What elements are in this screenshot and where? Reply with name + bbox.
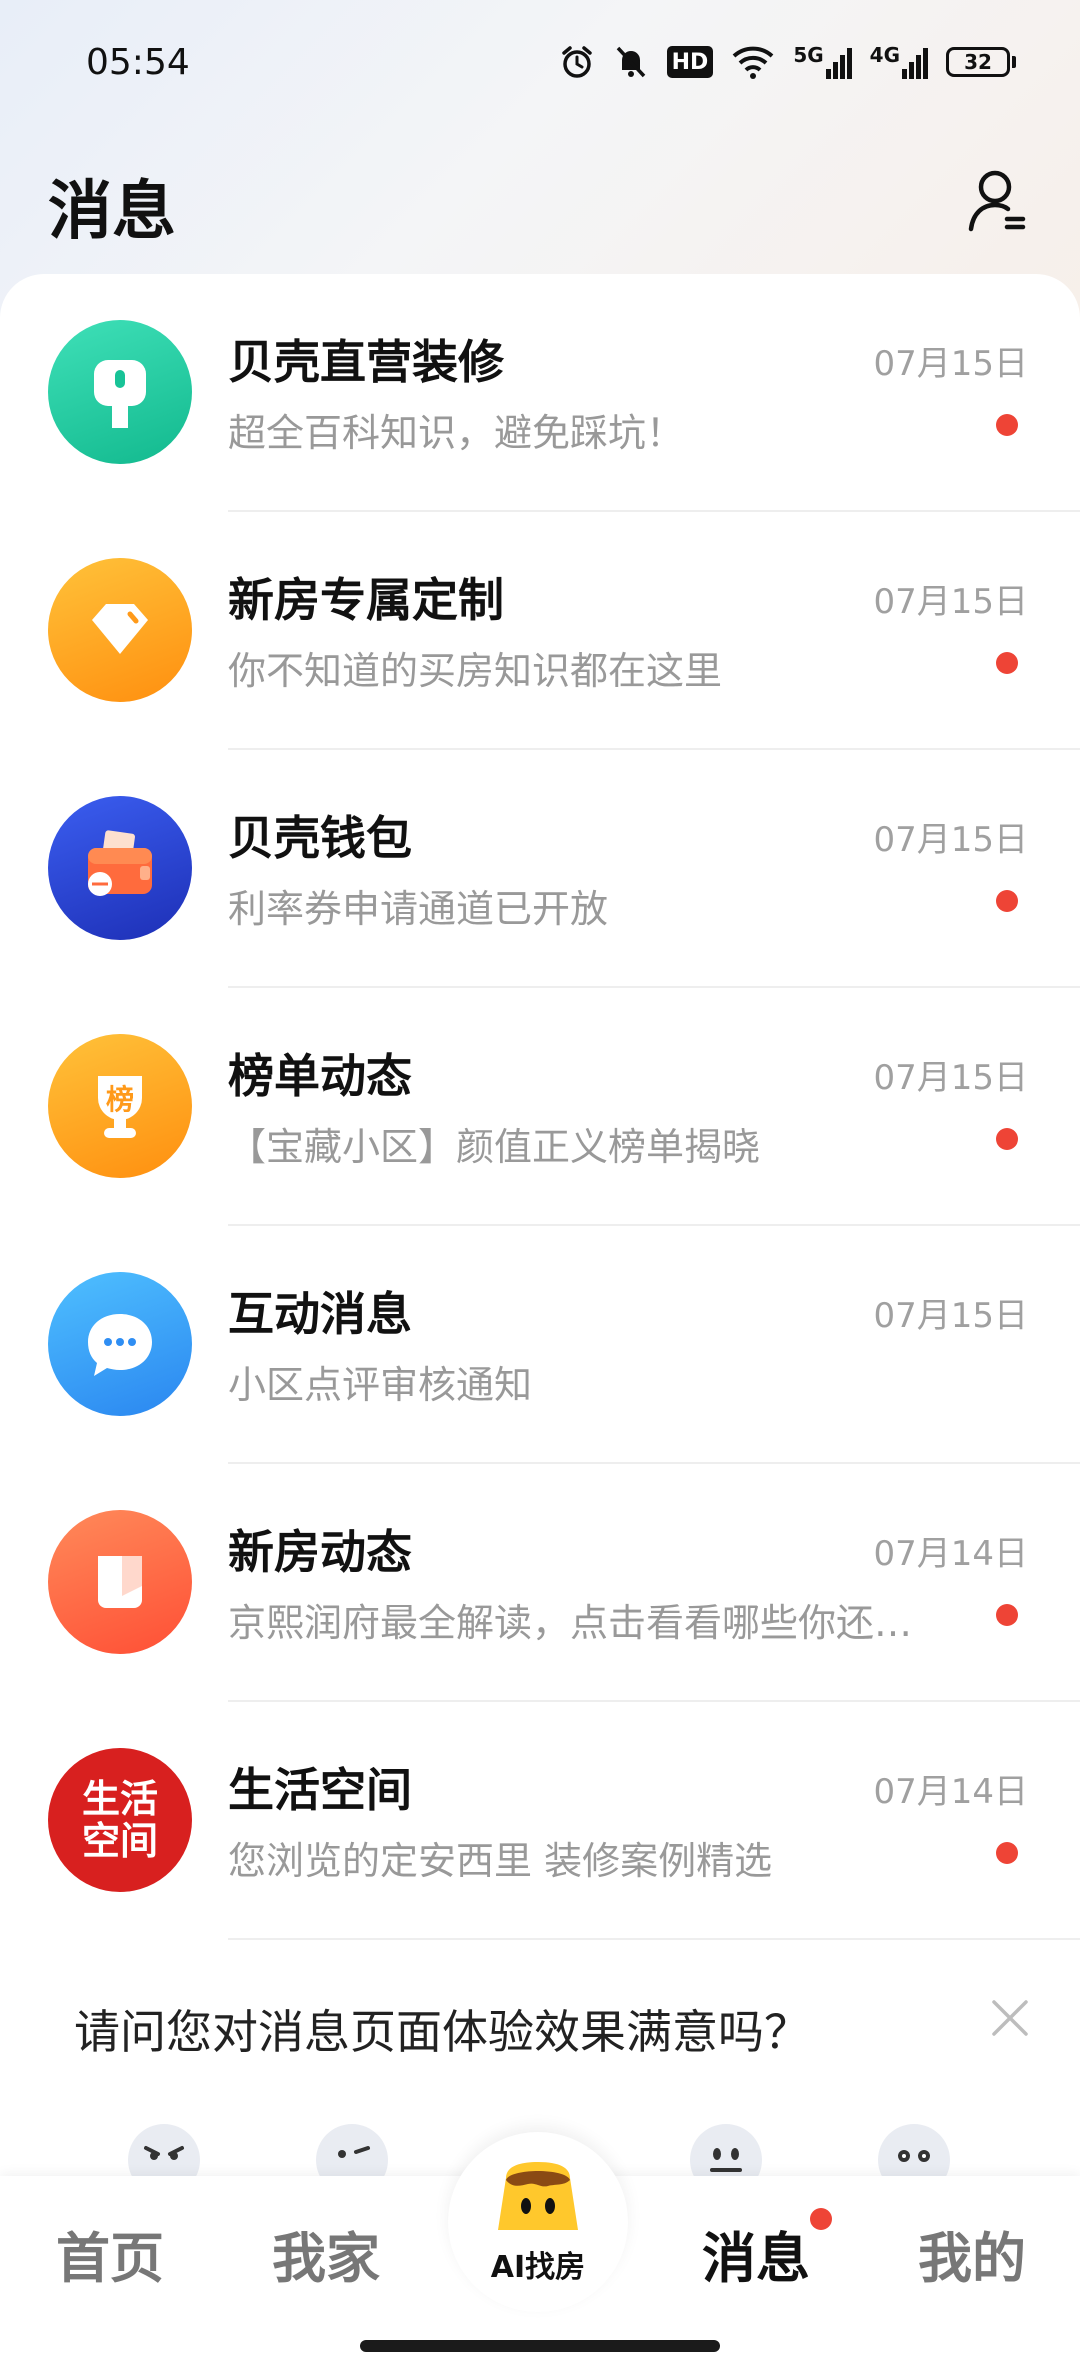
message-title: 新房专属定制	[228, 573, 504, 627]
tab-my-home[interactable]: 我家	[272, 2214, 380, 2293]
mute-bell-icon	[613, 44, 649, 80]
message-date: 07月15日	[873, 1296, 1028, 1336]
message-date: 07月14日	[873, 1534, 1028, 1574]
message-list: 贝壳直营装修 07月15日 超全百科知识，避免踩坑！ 新房专属定制 07月15日…	[0, 274, 1080, 1974]
unread-dot	[996, 1128, 1018, 1150]
message-title: 生活空间	[228, 1763, 412, 1817]
messages-tab-badge	[810, 2208, 832, 2230]
feedback-close-button[interactable]	[980, 1988, 1040, 2048]
message-preview: 你不知道的买房知识都在这里	[228, 649, 723, 693]
message-item-new-house-custom[interactable]: 新房专属定制 07月15日 你不知道的买房知识都在这里	[0, 512, 1080, 750]
building-icon	[48, 1510, 192, 1654]
feedback-question: 请问您对消息页面体验效果满意吗？	[74, 2005, 810, 2059]
signal-5g-icon: 5G	[793, 43, 852, 79]
battery-level: 32	[964, 50, 992, 74]
tab-ai-house-search[interactable]: AI找房	[448, 2132, 628, 2332]
divider	[228, 1938, 1080, 1940]
tab-messages[interactable]: 消息	[702, 2214, 810, 2293]
unread-dot	[996, 652, 1018, 674]
renovation-brush-icon	[48, 320, 192, 464]
message-date: 07月15日	[873, 582, 1028, 622]
chat-bubble-icon	[48, 1272, 192, 1416]
message-date: 07月15日	[873, 1058, 1028, 1098]
life-space-logo-icon: 生活空间	[48, 1748, 192, 1892]
home-indicator	[360, 2340, 720, 2352]
unread-dot	[996, 890, 1018, 912]
message-preview: 超全百科知识，避免踩坑！	[228, 411, 685, 455]
page-header: 消息	[0, 150, 1080, 260]
signal-4g-label: 4G	[869, 43, 900, 67]
person-icon	[968, 170, 1026, 232]
message-item-rankings[interactable]: 榜 榜单动态 07月15日 【宝藏小区】颜值正义榜单揭晓	[0, 988, 1080, 1226]
signal-4g-icon: 4G	[870, 45, 928, 79]
message-date: 07月15日	[873, 820, 1028, 860]
message-item-life-space[interactable]: 生活空间 生活空间 07月14日 您浏览的定安西里 装修案例精选	[0, 1702, 1080, 1940]
hd-label: HD	[671, 49, 709, 75]
message-title: 互动消息	[228, 1287, 412, 1341]
message-item-new-house-news[interactable]: 新房动态 07月14日 京熙润府最全解读，点击看看哪些你还不知道	[0, 1464, 1080, 1702]
status-time: 05:54	[86, 42, 190, 83]
page-title: 消息	[48, 175, 176, 249]
wifi-icon	[731, 44, 775, 80]
message-preview: 京熙润府最全解读，点击看看哪些你还不知道	[228, 1601, 928, 1645]
trophy-icon-label: 榜	[105, 1083, 134, 1116]
message-date: 07月14日	[873, 1772, 1028, 1812]
alarm-icon	[559, 44, 595, 80]
message-preview: 您浏览的定安西里 装修案例精选	[228, 1839, 773, 1883]
tab-mine[interactable]: 我的	[918, 2214, 1026, 2293]
battery-icon: 32	[946, 47, 1016, 77]
message-item-wallet[interactable]: 贝壳钱包 07月15日 利率券申请通道已开放	[0, 750, 1080, 988]
unread-dot	[996, 1842, 1018, 1864]
message-title: 贝壳钱包	[228, 811, 412, 865]
tab-ai-label: AI找房	[490, 2250, 586, 2285]
message-item-renovation[interactable]: 贝壳直营装修 07月15日 超全百科知识，避免踩坑！	[0, 274, 1080, 512]
ai-mascot-bubble: AI找房	[448, 2132, 628, 2312]
signal-5g-label: 5G	[793, 43, 824, 67]
message-preview: 利率券申请通道已开放	[228, 887, 609, 931]
unread-dot	[996, 1604, 1018, 1626]
hd-icon: HD	[666, 46, 714, 78]
message-date: 07月15日	[873, 344, 1028, 384]
status-bar: 05:54 HD 5G 4G 32	[0, 0, 1080, 130]
diamond-icon	[48, 558, 192, 702]
message-title: 贝壳直营装修	[228, 335, 504, 389]
unread-dot	[996, 414, 1018, 436]
message-title: 榜单动态	[228, 1049, 412, 1103]
status-icons: HD 5G 4G 32	[559, 38, 1016, 86]
message-preview: 小区点评审核通知	[228, 1363, 533, 1407]
contacts-button[interactable]	[962, 160, 1032, 240]
message-preview: 【宝藏小区】颜值正义榜单揭晓	[228, 1125, 761, 1169]
life-space-logo-text: 生活空间	[81, 1777, 158, 1863]
message-title: 新房动态	[228, 1525, 412, 1579]
close-icon	[992, 2000, 1028, 2036]
wallet-icon	[48, 796, 192, 940]
tab-home[interactable]: 首页	[56, 2214, 164, 2293]
trophy-icon: 榜	[48, 1034, 192, 1178]
message-item-interactions[interactable]: 互动消息 07月15日 小区点评审核通知	[0, 1226, 1080, 1464]
